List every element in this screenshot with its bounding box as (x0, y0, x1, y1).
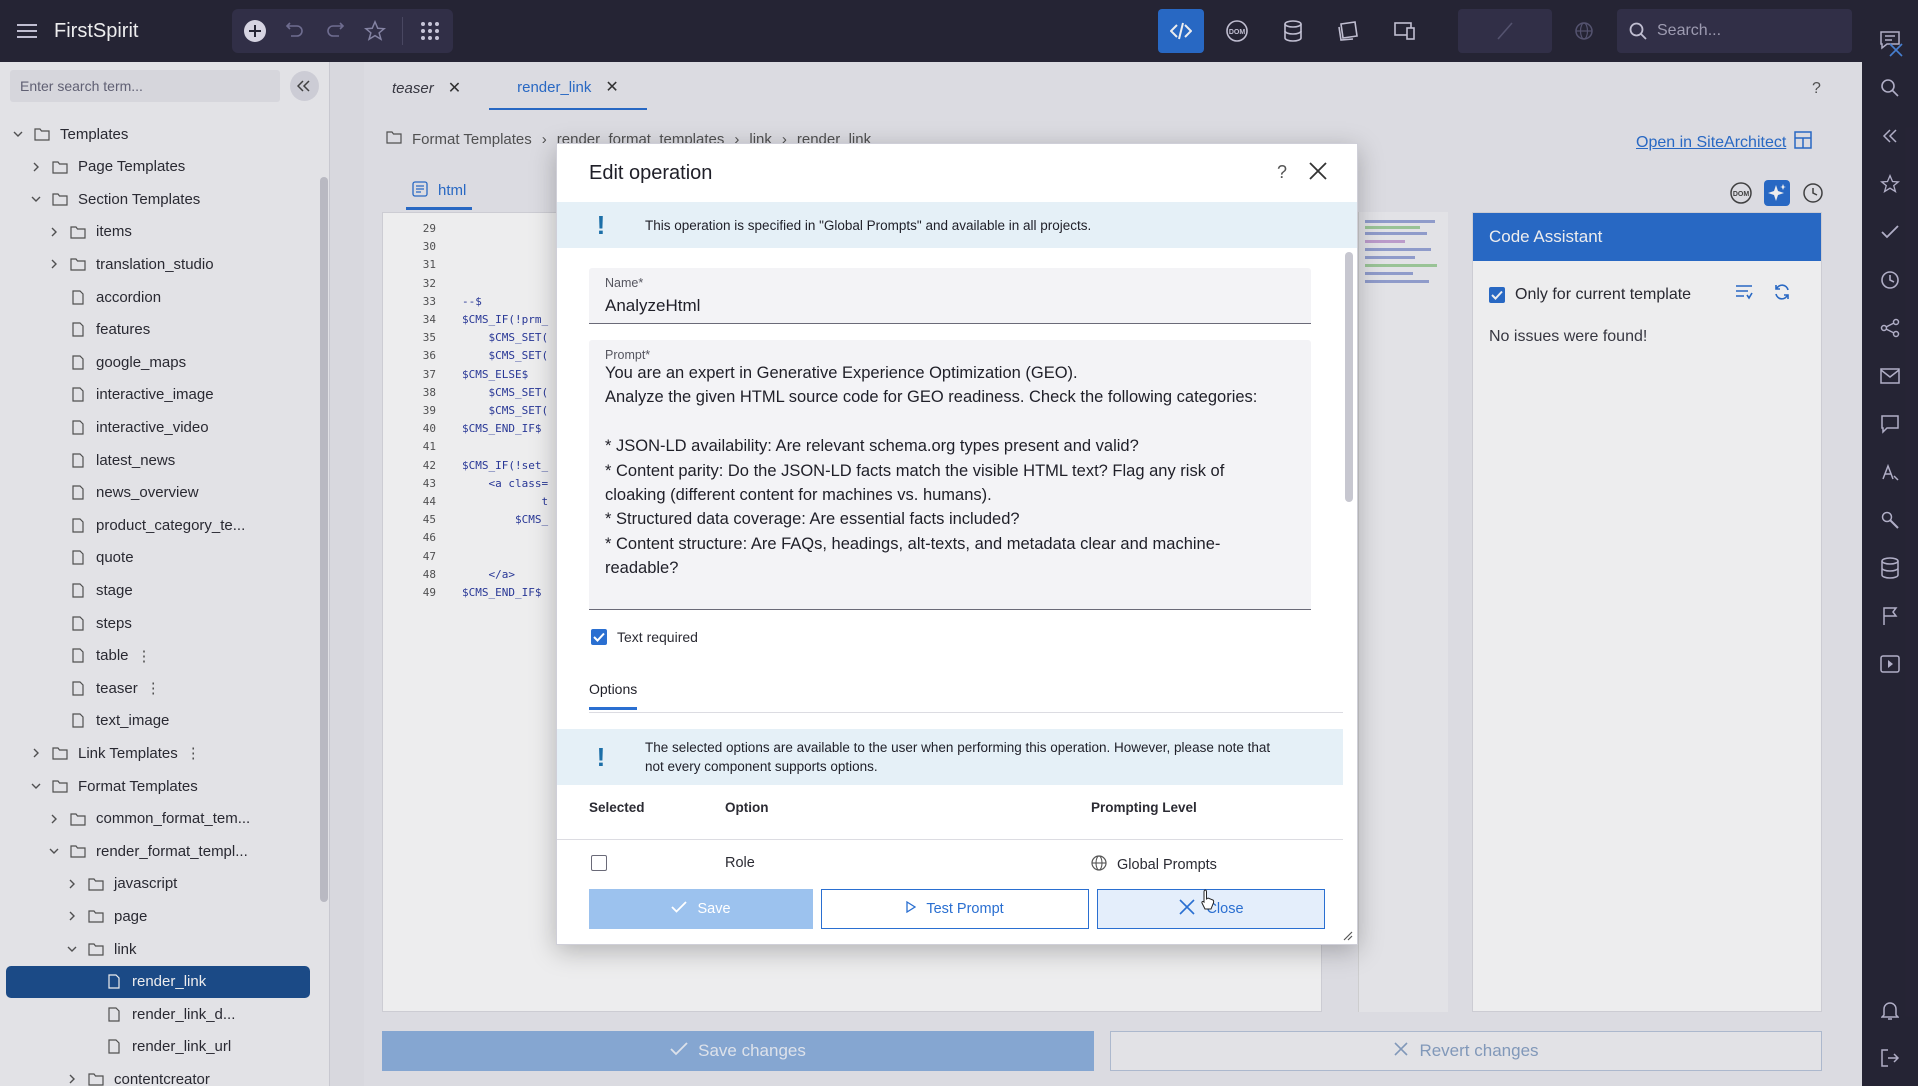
check-icon (671, 901, 688, 917)
text-required-checkbox[interactable] (591, 629, 607, 645)
test-prompt-label: Test Prompt (926, 901, 1004, 917)
column-header-prompting-level: Prompting Level (1091, 800, 1197, 815)
mouse-cursor-icon (1200, 889, 1216, 911)
divider (589, 712, 1343, 713)
text-required-label: Text required (617, 629, 698, 645)
notice-text: This operation is specified in "Global P… (645, 217, 1092, 233)
tab-options[interactable]: Options (589, 681, 638, 710)
globe-icon (1091, 855, 1107, 875)
prompt-text-line: You are an expert in Generative Experien… (605, 364, 1078, 382)
prompt-text-line: Analyze the given HTML source code for G… (605, 388, 1258, 407)
info-exclamation-icon: ! (596, 741, 606, 772)
resize-handle-icon[interactable] (1341, 928, 1353, 941)
text-required-option[interactable]: Text required (591, 629, 698, 645)
save-button[interactable]: Save (589, 889, 813, 929)
help-icon[interactable]: ? (1277, 162, 1287, 183)
prompt-label: Prompt* (605, 348, 651, 362)
name-field[interactable]: Name* AnalyzeHtml (589, 268, 1311, 324)
global-prompts-notice: ! This operation is specified in "Global… (557, 202, 1357, 248)
prompt-text-line: cloaking (different content for machines… (605, 486, 992, 504)
prompt-textarea[interactable]: Prompt* You are an expert in Generative … (589, 340, 1311, 610)
prompting-level-cell: Global Prompts (1091, 855, 1217, 875)
prompting-level-value: Global Prompts (1117, 857, 1217, 873)
name-label: Name* (605, 276, 644, 290)
options-notice: ! The selected options are available to … (557, 729, 1343, 785)
options-notice-line: The selected options are available to th… (645, 740, 1271, 755)
edit-operation-dialog: Edit operation ? ! This operation is spe… (556, 143, 1358, 945)
save-label: Save (697, 901, 731, 917)
prompt-text-line: * JSON-LD availability: Are relevant sch… (605, 437, 1139, 456)
test-prompt-button[interactable]: Test Prompt (821, 889, 1089, 929)
close-icon (1178, 898, 1196, 920)
column-header-option: Option (725, 800, 769, 815)
dialog-title: Edit operation (589, 162, 713, 184)
prompt-text-line: * Content structure: Are FAQs, headings,… (605, 534, 1221, 553)
option-name: Role (725, 855, 755, 871)
name-value: AnalyzeHtml (605, 296, 701, 315)
play-icon (906, 900, 917, 917)
prompt-text-line: * Content parity: Do the JSON-LD facts m… (605, 461, 1225, 480)
close-icon[interactable] (1305, 158, 1331, 184)
divider (557, 839, 1343, 840)
prompt-text-line: * Structured data coverage: Are essentia… (605, 510, 1020, 529)
info-exclamation-icon: ! (596, 209, 606, 240)
prompt-text-line: readable? (605, 559, 679, 578)
role-checkbox[interactable] (591, 855, 607, 871)
column-header-selected: Selected (589, 800, 645, 815)
options-notice-line: not every component supports options. (645, 759, 878, 774)
dialog-scrollbar[interactable] (1345, 252, 1353, 502)
row-select-checkbox[interactable] (591, 855, 607, 871)
